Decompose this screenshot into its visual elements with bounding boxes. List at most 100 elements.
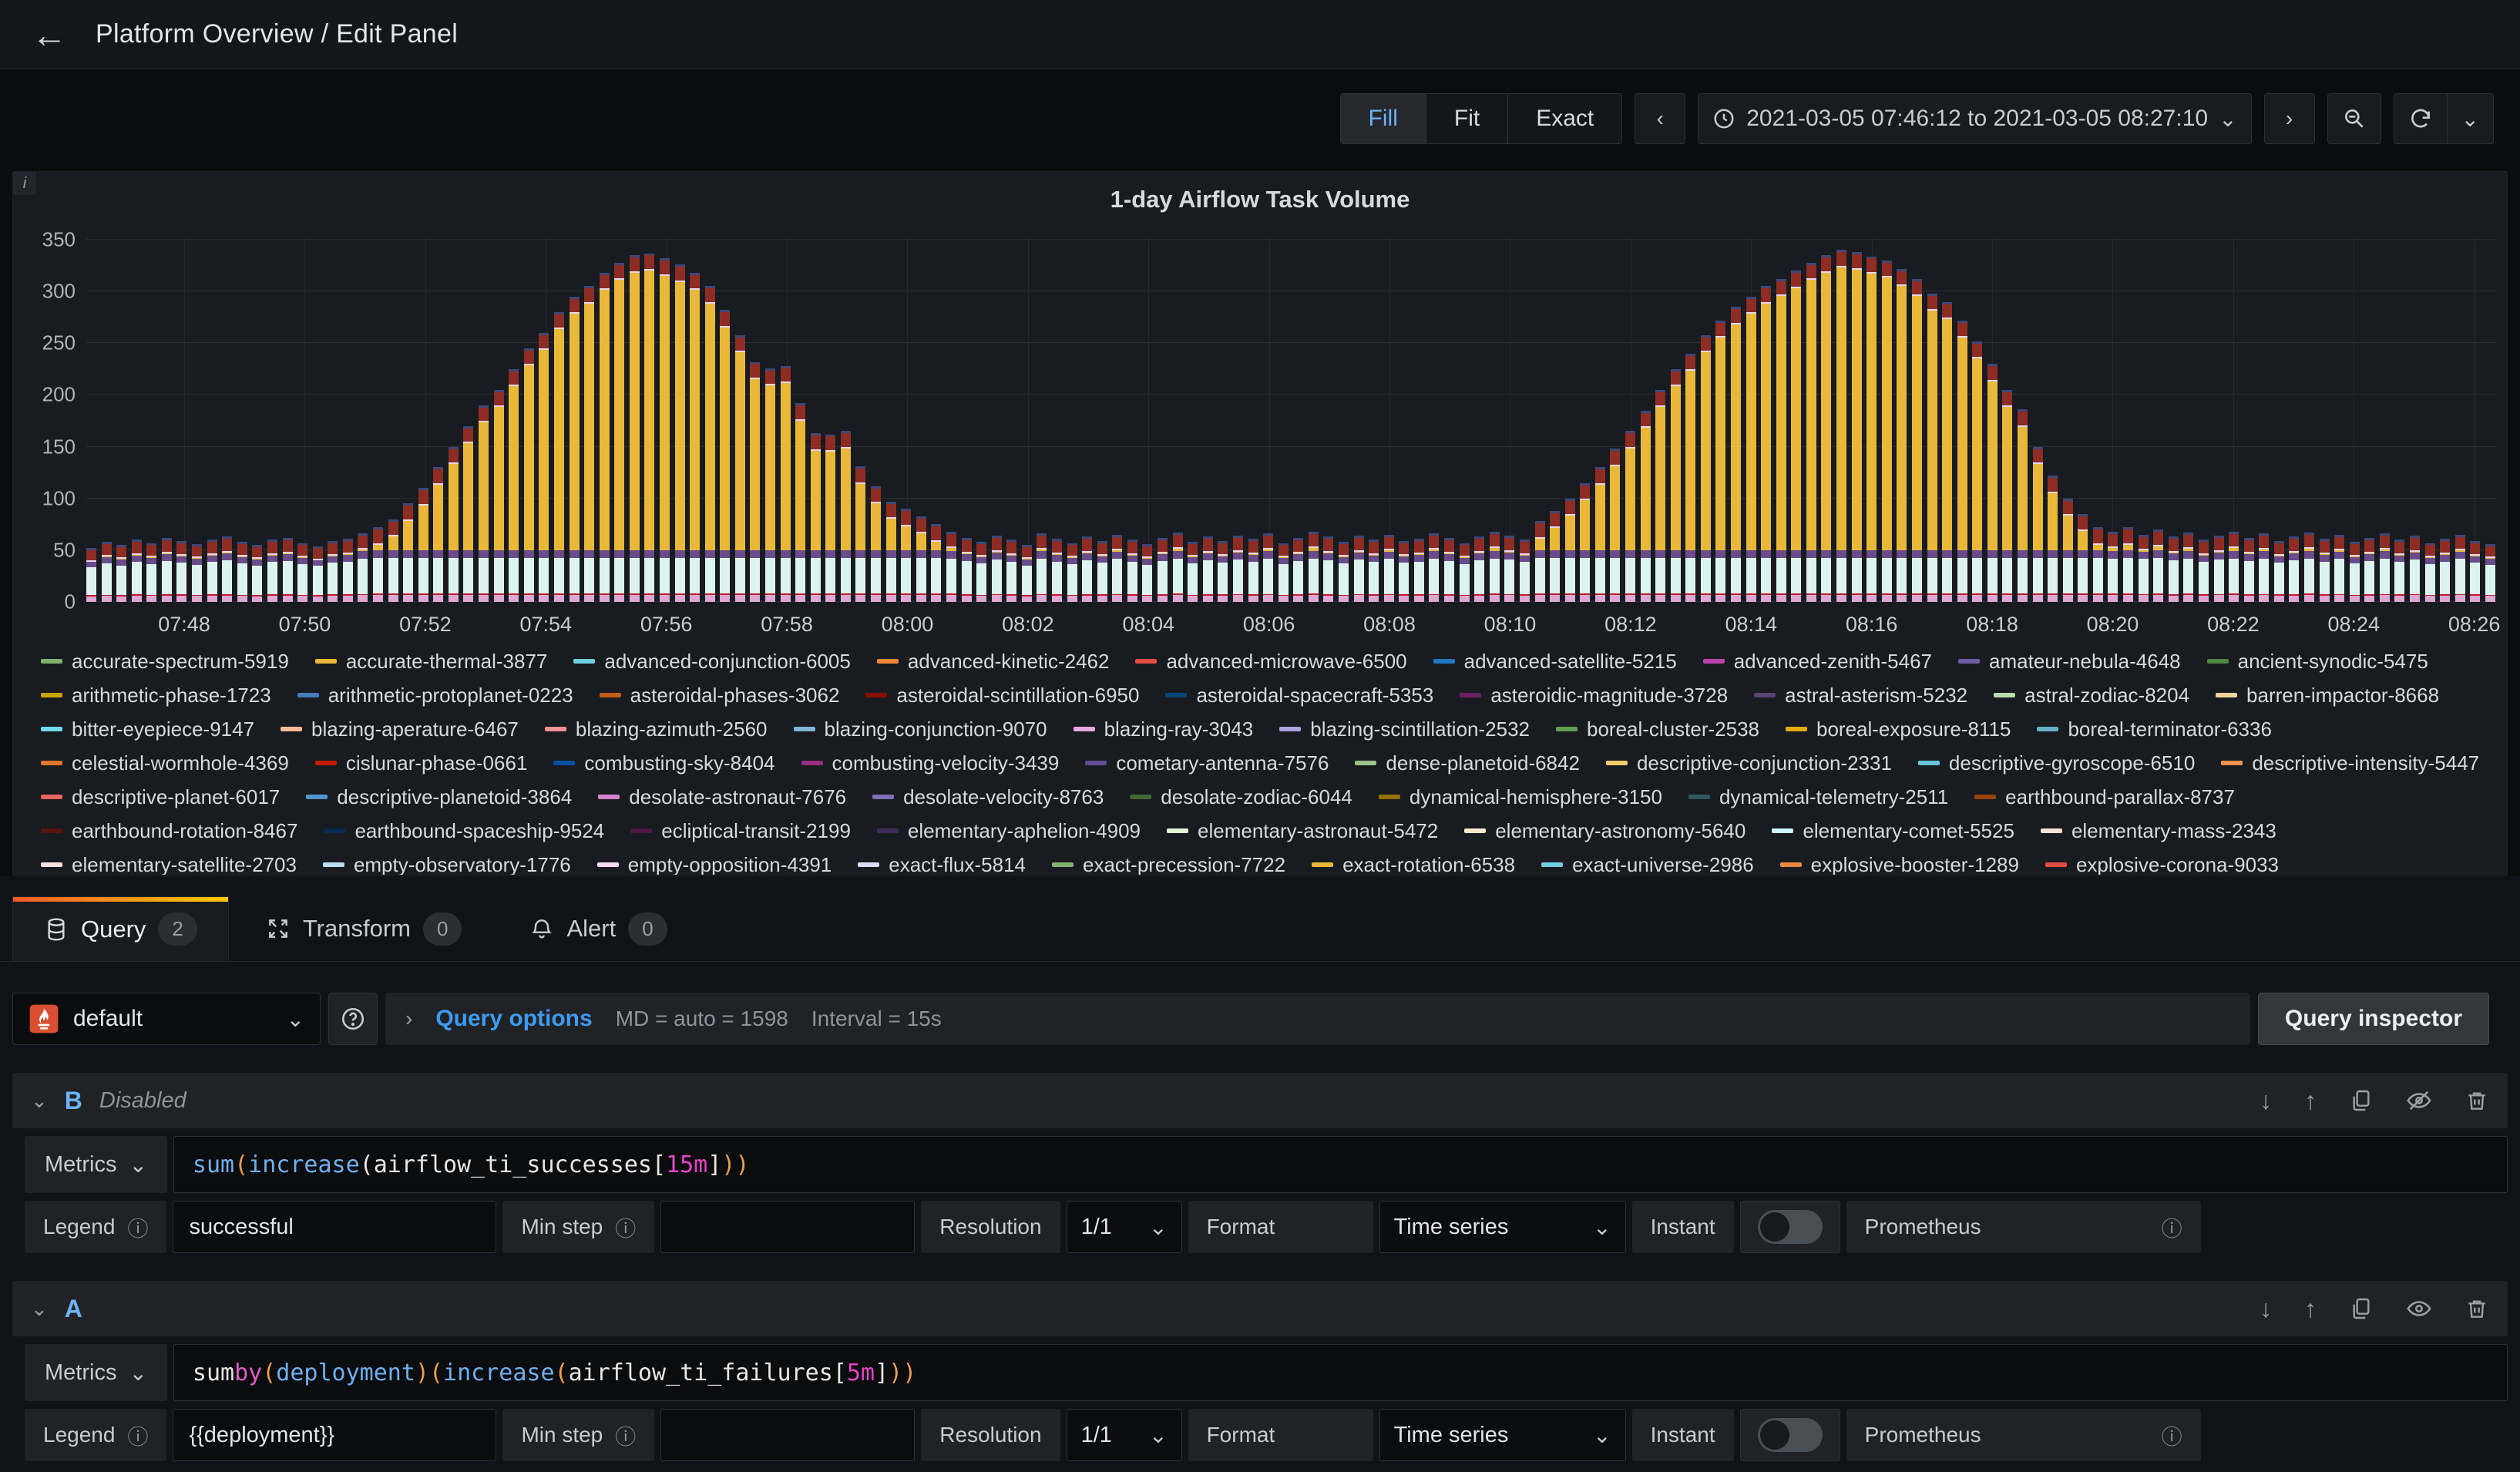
tab-transform[interactable]: Transform 0 xyxy=(235,896,493,961)
resolution-select-A[interactable]: 1/1⌄ xyxy=(1067,1409,1182,1461)
legend-item[interactable]: cislunar-phase-0661 xyxy=(315,751,528,775)
legend-item[interactable]: desolate-astronaut-7676 xyxy=(598,785,846,808)
legend-input-B[interactable] xyxy=(173,1201,496,1253)
min-step-input-A[interactable] xyxy=(660,1409,915,1461)
legend-item[interactable]: astral-asterism-5232 xyxy=(1754,684,1967,707)
trash-icon[interactable] xyxy=(2465,1296,2489,1321)
legend-item[interactable]: asteroidal-spacecraft-5353 xyxy=(1165,684,1433,707)
refresh-interval-dropdown[interactable]: ⌄ xyxy=(2448,93,2494,144)
legend-input-A[interactable] xyxy=(173,1409,496,1461)
refresh-button[interactable] xyxy=(2394,93,2448,144)
chevron-down-icon[interactable]: ⌄ xyxy=(31,1089,48,1113)
legend-item[interactable]: amateur-nebula-4648 xyxy=(1958,650,2181,673)
legend-item[interactable]: advanced-zenith-5467 xyxy=(1703,650,1932,673)
legend-item[interactable]: exact-precession-7722 xyxy=(1052,853,1285,875)
legend-item[interactable]: celestial-wormhole-4369 xyxy=(41,751,289,775)
legend-item[interactable]: elementary-astronomy-5640 xyxy=(1464,819,1746,842)
resolution-select-B[interactable]: 1/1⌄ xyxy=(1067,1201,1182,1253)
move-up-icon[interactable]: ↑ xyxy=(2304,1295,2317,1323)
datasource-help-button[interactable] xyxy=(328,993,378,1045)
legend-item[interactable]: elementary-comet-5525 xyxy=(1772,819,2014,842)
legend-item[interactable]: accurate-thermal-3877 xyxy=(315,650,548,673)
legend-item[interactable]: earthbound-spaceship-9524 xyxy=(324,819,604,842)
legend-item[interactable]: explosive-booster-1289 xyxy=(1780,853,2019,875)
legend-item[interactable]: cometary-antenna-7576 xyxy=(1085,751,1329,775)
legend-item[interactable]: advanced-satellite-5215 xyxy=(1433,650,1677,673)
legend-item[interactable]: exact-universe-2986 xyxy=(1541,853,1754,875)
legend-item[interactable]: asteroidic-magnitude-3728 xyxy=(1460,684,1728,707)
legend-item[interactable]: blazing-scintillation-2532 xyxy=(1279,718,1530,741)
zoom-out-button[interactable] xyxy=(2327,93,2381,144)
duplicate-icon[interactable] xyxy=(2349,1296,2374,1321)
duplicate-icon[interactable] xyxy=(2349,1088,2374,1113)
legend-item[interactable]: earthbound-rotation-8467 xyxy=(41,819,297,842)
legend-item[interactable]: elementary-mass-2343 xyxy=(2041,819,2276,842)
legend-item[interactable]: accurate-spectrum-5919 xyxy=(41,650,289,673)
trash-icon[interactable] xyxy=(2465,1088,2489,1113)
legend-item[interactable]: arithmetic-phase-1723 xyxy=(41,684,271,707)
legend-item[interactable]: arithmetic-protoplanet-0223 xyxy=(297,684,573,707)
legend-item[interactable]: combusting-velocity-3439 xyxy=(801,751,1060,775)
time-range-picker[interactable]: 2021-03-05 07:46:12 to 2021-03-05 08:27:… xyxy=(1698,93,2251,144)
legend-item[interactable]: blazing-ray-3043 xyxy=(1074,718,1254,741)
legend-item[interactable]: bitter-eyepiece-9147 xyxy=(41,718,254,741)
move-up-icon[interactable]: ↑ xyxy=(2304,1087,2317,1115)
legend-item[interactable]: blazing-aperature-6467 xyxy=(281,718,519,741)
metrics-dropdown-B[interactable]: Metrics ⌄ xyxy=(25,1136,167,1193)
query-options-toggle[interactable]: Query options xyxy=(435,1006,592,1032)
legend-item[interactable]: desolate-zodiac-6044 xyxy=(1130,785,1352,808)
legend-item[interactable]: desolate-velocity-8763 xyxy=(872,785,1104,808)
move-down-icon[interactable]: ↓ xyxy=(2260,1087,2272,1115)
legend-item[interactable]: empty-opposition-4391 xyxy=(597,853,832,875)
time-shift-back-button[interactable]: ‹ xyxy=(1635,93,1685,144)
legend-item[interactable]: blazing-conjunction-9070 xyxy=(794,718,1047,741)
min-step-input-B[interactable] xyxy=(660,1201,915,1253)
legend-item[interactable]: advanced-conjunction-6005 xyxy=(573,650,850,673)
chevron-down-icon[interactable]: ⌄ xyxy=(31,1297,48,1321)
legend-item[interactable]: boreal-exposure-8115 xyxy=(1786,718,2011,741)
legend-item[interactable]: elementary-astronaut-5472 xyxy=(1167,819,1438,842)
metrics-dropdown-A[interactable]: Metrics ⌄ xyxy=(25,1344,167,1401)
format-select-A[interactable]: Time series⌄ xyxy=(1379,1409,1626,1461)
legend-item[interactable]: empty-observatory-1776 xyxy=(323,853,571,875)
legend-item[interactable]: asteroidal-phases-3062 xyxy=(600,684,840,707)
legend-item[interactable]: blazing-azimuth-2560 xyxy=(545,718,768,741)
tab-alert[interactable]: Alert 0 xyxy=(499,896,697,961)
promql-input-B[interactable]: sum(increase(airflow_ti_successes[15m])) xyxy=(173,1136,2508,1193)
move-down-icon[interactable]: ↓ xyxy=(2260,1295,2272,1323)
legend-item[interactable]: descriptive-gyroscope-6510 xyxy=(1918,751,2195,775)
stacked-bar-chart-plot-area[interactable]: 050100150200250300350 xyxy=(86,240,2497,602)
query-header-B[interactable]: ⌄ B Disabled ↓ ↑ xyxy=(12,1073,2508,1128)
query-ref-A[interactable]: A xyxy=(65,1295,82,1323)
format-select-B[interactable]: Time series⌄ xyxy=(1379,1201,1626,1253)
legend-item[interactable]: ancient-synodic-5475 xyxy=(2207,650,2428,673)
legend-item[interactable]: descriptive-planet-6017 xyxy=(41,785,280,808)
legend-item[interactable]: advanced-kinetic-2462 xyxy=(877,650,1110,673)
query-ref-B[interactable]: B xyxy=(65,1087,82,1115)
instant-toggle-A[interactable] xyxy=(1758,1418,1823,1452)
eye-icon[interactable] xyxy=(2406,1296,2432,1322)
fit-button[interactable]: Fit xyxy=(1426,94,1508,143)
legend-item[interactable]: elementary-aphelion-4909 xyxy=(877,819,1141,842)
legend-item[interactable]: asteroidal-scintillation-6950 xyxy=(865,684,1139,707)
legend-item[interactable]: exact-flux-5814 xyxy=(858,853,1026,875)
fill-button[interactable]: Fill xyxy=(1341,94,1426,143)
legend-item[interactable]: barren-impactor-8668 xyxy=(2216,684,2439,707)
back-arrow-icon[interactable]: ← xyxy=(26,12,72,58)
legend-item[interactable]: dynamical-telemetry-2511 xyxy=(1688,785,1948,808)
legend-item[interactable]: astral-zodiac-8204 xyxy=(1994,684,2189,707)
legend-item[interactable]: advanced-microwave-6500 xyxy=(1135,650,1406,673)
legend-item[interactable]: descriptive-intensity-5447 xyxy=(2221,751,2479,775)
legend-item[interactable]: ecliptical-transit-2199 xyxy=(630,819,851,842)
promql-input-A[interactable]: sum by (deployment)(increase(airflow_ti_… xyxy=(173,1344,2508,1401)
instant-toggle-B[interactable] xyxy=(1758,1210,1823,1244)
datasource-picker[interactable]: default ⌄ xyxy=(12,993,321,1045)
legend-item[interactable]: descriptive-planetoid-3864 xyxy=(306,785,572,808)
query-header-A[interactable]: ⌄ A ↓ ↑ xyxy=(12,1281,2508,1336)
legend-item[interactable]: combusting-sky-8404 xyxy=(553,751,774,775)
legend-item[interactable]: boreal-cluster-2538 xyxy=(1556,718,1759,741)
exact-button[interactable]: Exact xyxy=(1508,94,1621,143)
legend-item[interactable]: exact-rotation-6538 xyxy=(1312,853,1515,875)
legend-item[interactable]: elementary-satellite-2703 xyxy=(41,853,297,875)
legend-item[interactable]: explosive-corona-9033 xyxy=(2045,853,2279,875)
